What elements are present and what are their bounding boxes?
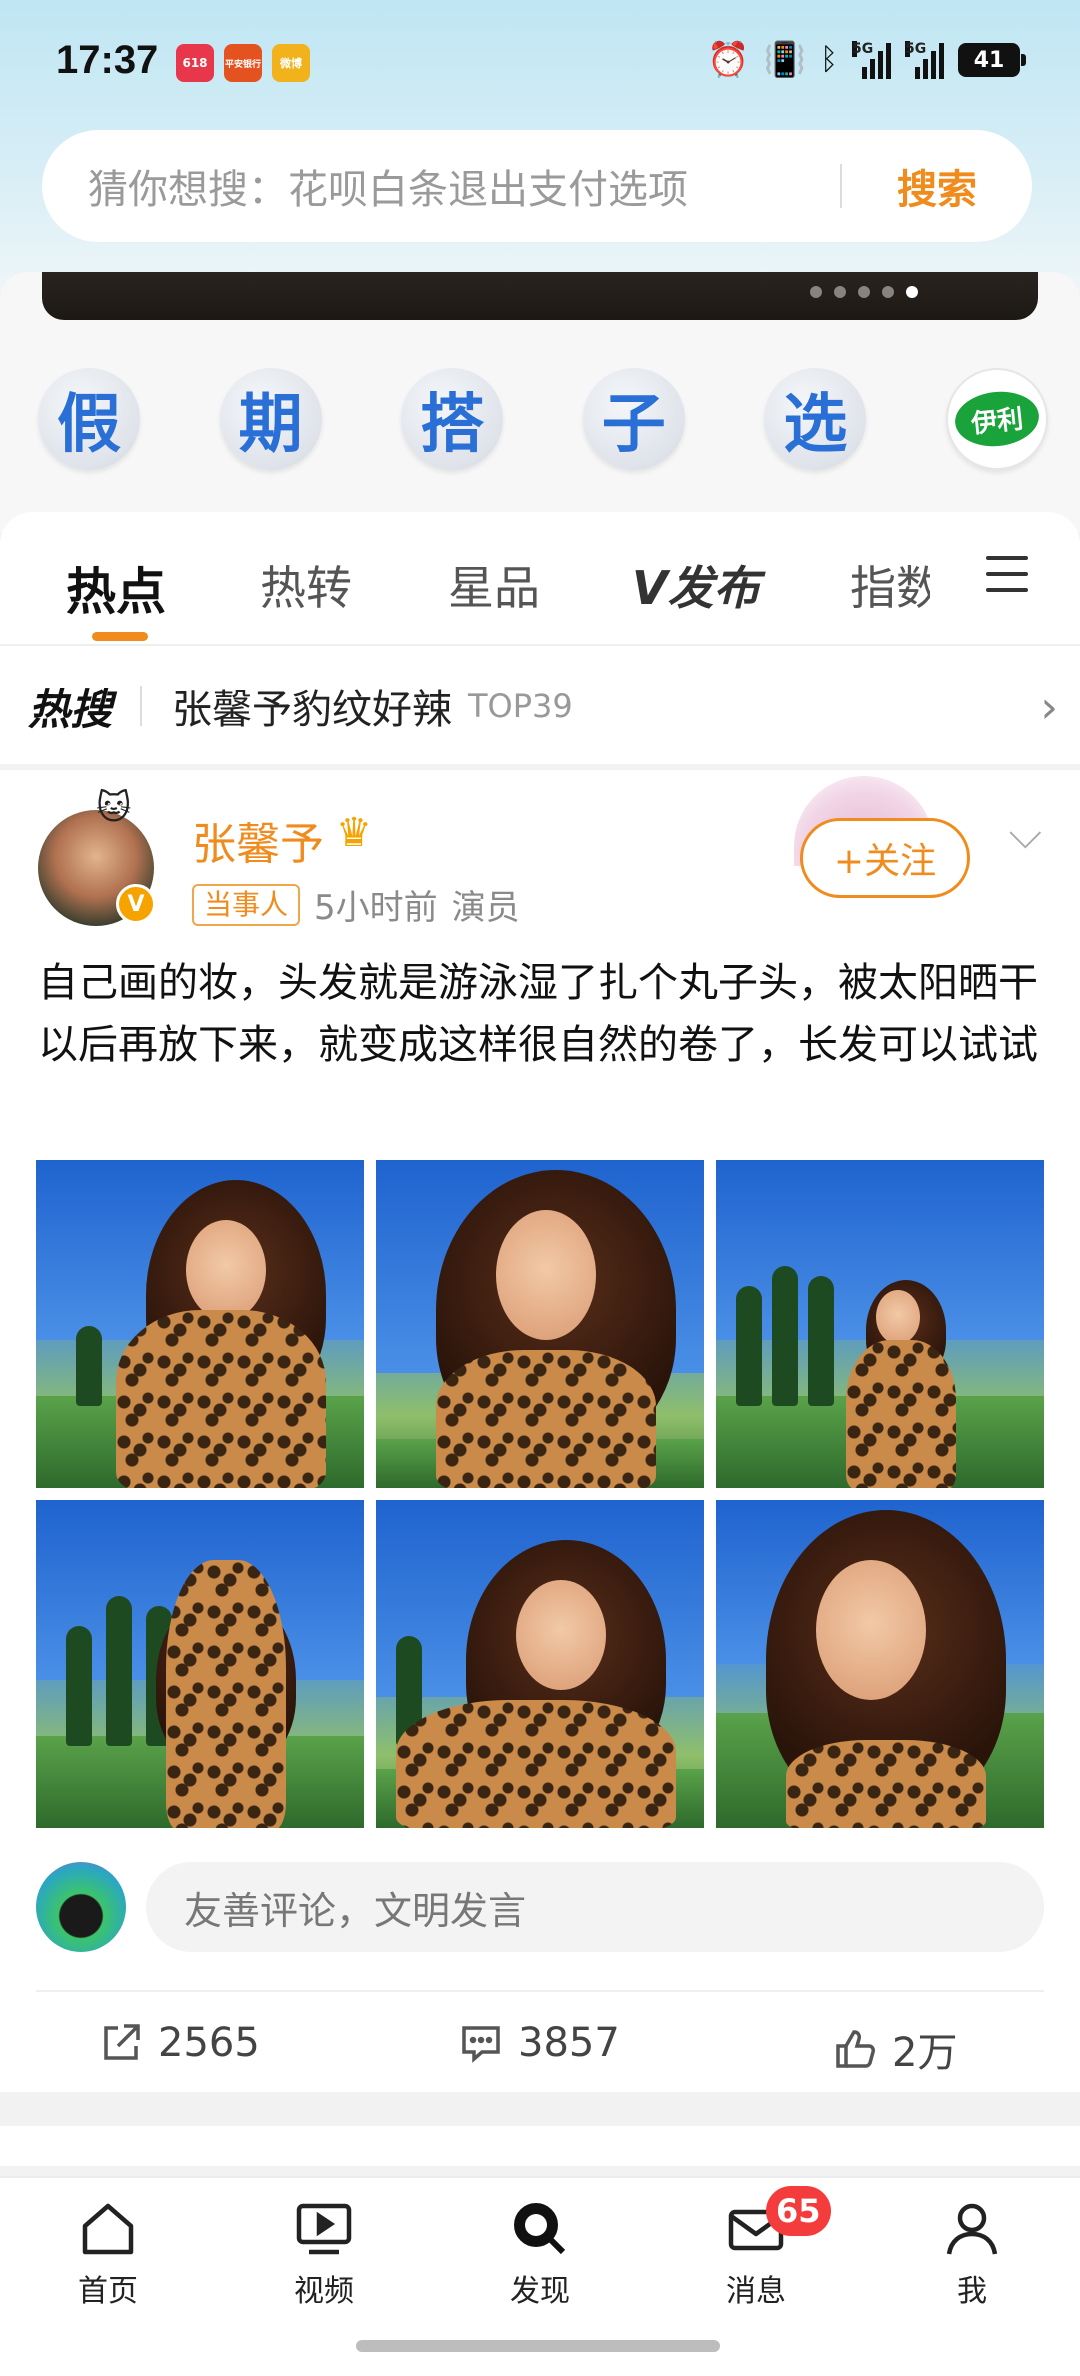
topic-circle-row: 假 期 搭 子 选 伊利 bbox=[38, 368, 1048, 470]
topic-circle[interactable]: 假 bbox=[38, 368, 140, 470]
current-user-avatar[interactable] bbox=[36, 1862, 126, 1952]
weibo-icon: 微博 bbox=[272, 44, 310, 82]
bluetooth-icon: ᛒ bbox=[820, 42, 838, 77]
video-icon bbox=[296, 2203, 352, 2255]
nav-video-label: 视频 bbox=[294, 2274, 354, 2309]
pingan-bank-icon: 平安银行 bbox=[224, 44, 262, 82]
nav-profile-label: 我 bbox=[957, 2274, 987, 2309]
post-text: 自己画的妆，头发就是游泳湿了扎个丸子头，被太阳晒干以后再放下来，就变成这样很自然… bbox=[38, 960, 1038, 1068]
signal-icon: 5G bbox=[905, 41, 944, 79]
like-button[interactable]: 2万 bbox=[832, 2020, 957, 2078]
author-name[interactable]: 张馨予 bbox=[192, 808, 324, 872]
share-button[interactable]: 2565 bbox=[98, 2020, 260, 2066]
avatar-decoration-icon: 🐱 bbox=[96, 788, 132, 828]
menu-icon[interactable] bbox=[986, 556, 1028, 592]
feed-gap bbox=[0, 2096, 1080, 2126]
alarm-icon: ⏰ bbox=[707, 40, 750, 80]
post-image[interactable] bbox=[716, 1500, 1044, 1828]
chevron-right-icon: › bbox=[1040, 682, 1058, 733]
status-system-icons: ⏰ 📳 ᛒ 5G 5G 41 bbox=[707, 40, 1026, 80]
carousel-dots bbox=[810, 286, 918, 298]
nav-home[interactable]: 首页 bbox=[38, 2196, 178, 2310]
tab-active-indicator bbox=[92, 632, 148, 641]
chevron-down-icon[interactable]: ⌵ bbox=[1009, 808, 1042, 859]
vibrate-icon: 📳 bbox=[763, 40, 806, 80]
home-indicator[interactable] bbox=[356, 2340, 720, 2352]
tab-hot[interactable]: 热点 bbox=[66, 552, 166, 624]
nav-discover[interactable]: 发现 bbox=[470, 2196, 610, 2310]
topic-circle[interactable]: 子 bbox=[582, 368, 685, 470]
topic-circle[interactable]: 选 bbox=[764, 368, 867, 470]
post-meta: 当事人 5小时前 演员 bbox=[192, 880, 520, 929]
yili-logo-icon: 伊利 bbox=[952, 387, 1042, 451]
post-time: 5小时前 bbox=[314, 888, 438, 928]
hot-search-divider bbox=[140, 686, 142, 726]
brand-circle[interactable]: 伊利 bbox=[945, 368, 1048, 470]
comment-input[interactable]: 友善评论，文明发言 bbox=[146, 1862, 1044, 1952]
verified-badge-icon: V bbox=[116, 884, 156, 924]
post-image[interactable] bbox=[36, 1160, 364, 1488]
post-image[interactable] bbox=[376, 1500, 704, 1828]
post-image[interactable] bbox=[376, 1160, 704, 1488]
author-profession: 演员 bbox=[451, 888, 520, 928]
search-bar[interactable]: 猜你想搜：花呗白条退出支付选项 搜索 bbox=[42, 130, 1032, 242]
tab-index[interactable]: 指数 bbox=[850, 552, 930, 618]
share-icon bbox=[104, 2024, 140, 2060]
thumbs-up-icon bbox=[836, 2030, 875, 2068]
share-count: 2565 bbox=[158, 2020, 260, 2066]
hot-search-text: 张馨予豹纹好辣 bbox=[172, 687, 452, 733]
nav-video[interactable]: 视频 bbox=[254, 2196, 394, 2310]
topic-circle[interactable]: 期 bbox=[219, 368, 322, 470]
home-icon bbox=[82, 2203, 134, 2255]
comment-icon bbox=[462, 2026, 500, 2063]
like-count: 2万 bbox=[892, 2030, 958, 2076]
banner-carousel[interactable] bbox=[42, 272, 1038, 320]
nav-profile[interactable]: 我 bbox=[902, 2196, 1042, 2310]
tab-star-products[interactable]: 星品 bbox=[448, 552, 540, 618]
message-count-badge: 65 bbox=[766, 2186, 831, 2236]
topic-circle[interactable]: 搭 bbox=[401, 368, 504, 470]
post-image-grid bbox=[36, 1160, 1044, 1828]
hot-search-row[interactable]: 热搜 张馨予豹纹好辣 TOP39 › bbox=[28, 676, 1058, 736]
battery-icon: 41 bbox=[958, 43, 1026, 77]
v-logo-icon: V bbox=[632, 561, 668, 615]
comment-count: 3857 bbox=[518, 2020, 620, 2066]
comment-divider bbox=[36, 1990, 1044, 1992]
tabs-divider bbox=[0, 644, 1080, 646]
next-post-card bbox=[0, 2126, 1080, 2166]
618-app-icon: 618 bbox=[176, 44, 214, 82]
status-app-icons: 618 平安银行 微博 bbox=[176, 44, 310, 82]
post-image[interactable] bbox=[716, 1160, 1044, 1488]
status-time: 17:37 bbox=[56, 38, 159, 82]
status-bar: 17:37 618 平安银行 微博 ⏰ 📳 ᛒ 5G 5G 41 bbox=[0, 0, 1080, 120]
nav-home-label: 首页 bbox=[78, 2274, 138, 2309]
search-button[interactable]: 搜索 bbox=[842, 157, 1032, 215]
hot-search-rank: TOP39 bbox=[468, 687, 573, 725]
role-tag: 当事人 bbox=[192, 883, 301, 926]
nav-messages[interactable]: 消息 65 bbox=[686, 2186, 831, 2310]
nav-messages-label: 消息 bbox=[726, 2274, 786, 2309]
comment-button[interactable]: 3857 bbox=[458, 2020, 620, 2066]
post-image[interactable] bbox=[36, 1500, 364, 1828]
tab-v-publish[interactable]: V发布 bbox=[632, 552, 760, 618]
section-divider bbox=[0, 764, 1080, 770]
nav-discover-label: 发现 bbox=[510, 2274, 570, 2309]
follow-button[interactable]: +关注 bbox=[800, 818, 970, 898]
signal-icon: 5G bbox=[852, 41, 891, 79]
discover-icon bbox=[514, 2203, 566, 2255]
search-input[interactable]: 猜你想搜：花呗白条退出支付选项 bbox=[88, 157, 840, 215]
profile-icon bbox=[946, 2203, 998, 2255]
tab-hot-repost[interactable]: 热转 bbox=[260, 552, 352, 618]
hot-search-logo: 热搜 bbox=[28, 684, 113, 734]
crown-icon: ♛ bbox=[336, 810, 372, 856]
